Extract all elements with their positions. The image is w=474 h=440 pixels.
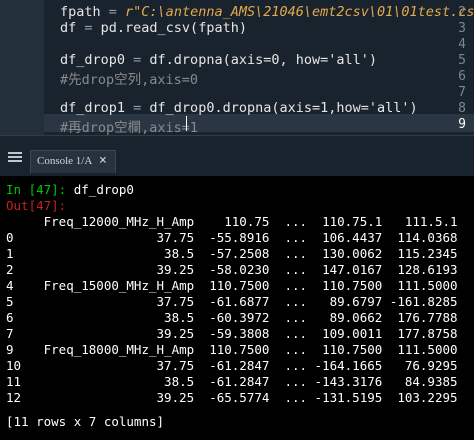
table-row: 1 38.5 -57.2508 ... 130.0062 115.2345 (6, 246, 458, 261)
table-row: 12 39.25 -65.5774 ... -131.5195 103.2295 (6, 390, 458, 405)
table-row: 7 39.25 -59.3808 ... 109.0011 177.8758 (6, 326, 458, 341)
table-row: 0 37.75 -55.8916 ... 106.4437 114.0368 (6, 230, 458, 245)
line-number: 4 (458, 37, 466, 52)
ipython-console[interactable]: In [47]: df_drop0 Out[47]: Freq_12000_MH… (0, 176, 474, 440)
line-number: 5 (458, 53, 466, 68)
line-number: 3 (458, 21, 466, 36)
text-cursor (186, 116, 187, 131)
tab-console[interactable]: Console 1/A × (30, 150, 116, 173)
table-header: Freq_12000_MHz_H_Amp 110.75 ... 110.75.1… (6, 214, 458, 229)
line-number: 8 (458, 101, 466, 116)
code-line-3[interactable]: df = pd.read_csv(fpath) (60, 20, 247, 36)
code-editor[interactable]: 2 3 4 5 6 7 8 9 fpath = r"C:\antenna_AMS… (0, 0, 474, 136)
code-line-2[interactable]: fpath = r"C:\antenna_AMS\21046\emt2csv\0… (60, 4, 474, 20)
code-line-5[interactable]: df_drop0 = df.dropna(axis=0, how='all') (60, 52, 377, 68)
line-number: 7 (458, 85, 466, 100)
table-row: 2 39.25 -58.0230 ... 147.0167 128.6193 (6, 262, 458, 277)
close-icon[interactable]: × (99, 153, 107, 168)
table-row: 11 38.5 -61.2847 ... -143.3176 84.9385 (6, 374, 458, 389)
input-code: df_drop0 (66, 182, 134, 197)
line-number: 6 (458, 69, 466, 84)
table-row: 6 38.5 -60.3972 ... 89.0662 176.7788 (6, 310, 458, 325)
input-line: In [47]: df_drop0 (6, 182, 134, 197)
code-line-9[interactable]: #再drop空欄,axis=1 (60, 116, 198, 136)
tab-label: Console 1/A (37, 155, 93, 167)
table-footer: [11 rows x 7 columns] (6, 414, 165, 429)
console-tab-bar: Console 1/A × (0, 136, 474, 176)
line-number-gutter (0, 0, 44, 135)
table-row: 4 Freq_15000_MHz_H_Amp 110.7500 ... 110.… (6, 278, 458, 293)
code-line-8[interactable]: df_drop1 = df_drop0.dropna(axis=1,how='a… (60, 100, 418, 116)
table-row: 10 37.75 -61.2847 ... -164.1665 76.9295 (6, 358, 458, 373)
in-prompt: In [47]: (6, 182, 67, 197)
table-row: 5 37.75 -61.6877 ... 89.6797 -161.8285 (6, 294, 458, 309)
line-number-current: 9 (458, 117, 466, 132)
table-row: 9 Freq_18000_MHz_H_Amp 110.7500 ... 110.… (6, 342, 458, 357)
menu-icon[interactable] (8, 152, 22, 162)
out-prompt: Out[47]: (6, 198, 67, 213)
code-line-6[interactable]: #先drop空列,axis=0 (60, 68, 198, 88)
